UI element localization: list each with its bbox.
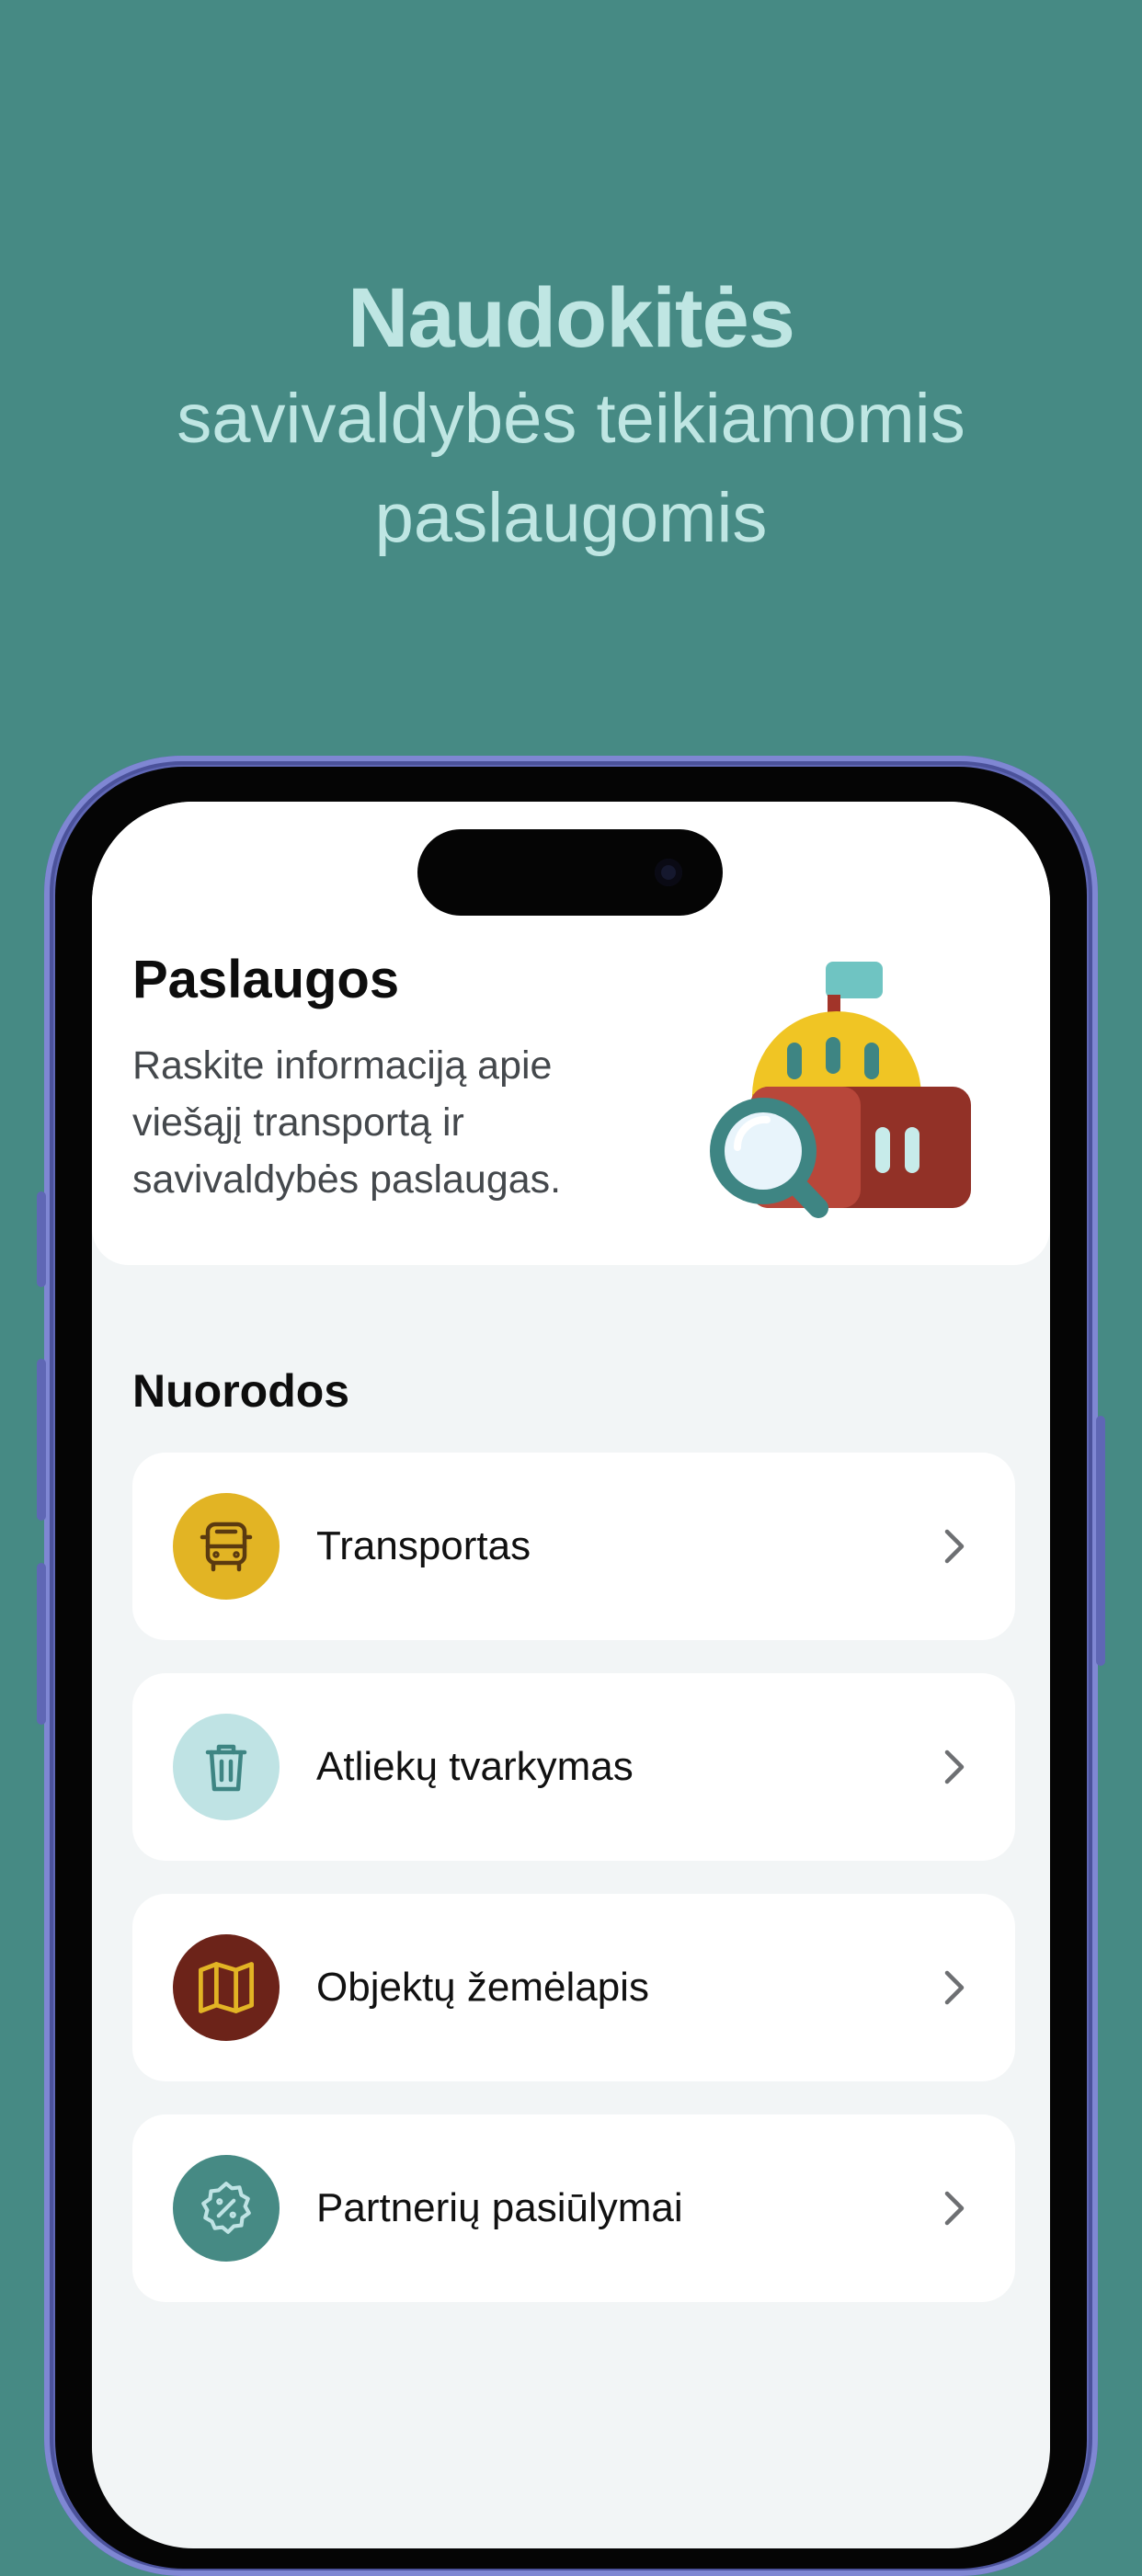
trash-icon bbox=[173, 1714, 280, 1820]
link-label-partner-offers: Partnerių pasiūlymai bbox=[316, 2185, 683, 2230]
map-icon bbox=[173, 1934, 280, 2041]
link-card-object-map[interactable]: Objektų žemėlapis bbox=[132, 1894, 1015, 2081]
link-card-transport[interactable]: Transportas bbox=[132, 1453, 1015, 1640]
phone-action-button bbox=[37, 1191, 46, 1287]
link-label-transport: Transportas bbox=[316, 1523, 531, 1568]
hero-title: Naudokitės bbox=[348, 271, 795, 365]
link-label-waste-management: Atliekų tvarkymas bbox=[316, 1744, 634, 1789]
phone-power-button bbox=[1096, 1416, 1105, 1666]
phone-volume-up-button bbox=[37, 1359, 46, 1521]
discount-badge-icon bbox=[173, 2155, 280, 2262]
chevron-right-icon bbox=[944, 2191, 965, 2226]
page-title: Paslaugos bbox=[132, 950, 400, 1009]
dynamic-island bbox=[417, 829, 723, 916]
link-label-object-map: Objektų žemėlapis bbox=[316, 1965, 649, 2010]
link-card-partner-offers[interactable]: Partnerių pasiūlymai bbox=[132, 2114, 1015, 2302]
chevron-right-icon bbox=[944, 1529, 965, 1564]
link-card-waste-management[interactable]: Atliekų tvarkymas bbox=[132, 1673, 1015, 1861]
hero-subtitle-line1: savivaldybės teikiamomis bbox=[177, 380, 965, 458]
front-camera bbox=[655, 859, 682, 886]
page-description: Raskite informaciją apie viešąjį transpo… bbox=[132, 1043, 562, 1202]
hero: Naudokitės savivaldybės teikiamomis pasl… bbox=[0, 267, 1142, 568]
chevron-right-icon bbox=[944, 1750, 965, 1784]
links-section-title: Nuorodos bbox=[132, 1365, 350, 1417]
bus-icon bbox=[173, 1493, 280, 1600]
chevron-right-icon bbox=[944, 1970, 965, 2005]
municipality-building-search-icon bbox=[710, 962, 971, 1218]
hero-subtitle-line2: paslaugomis bbox=[374, 479, 768, 557]
phone-screen: Paslaugos Raskite informaciją apie viešą… bbox=[92, 802, 1050, 2548]
phone-volume-down-button bbox=[37, 1563, 46, 1725]
